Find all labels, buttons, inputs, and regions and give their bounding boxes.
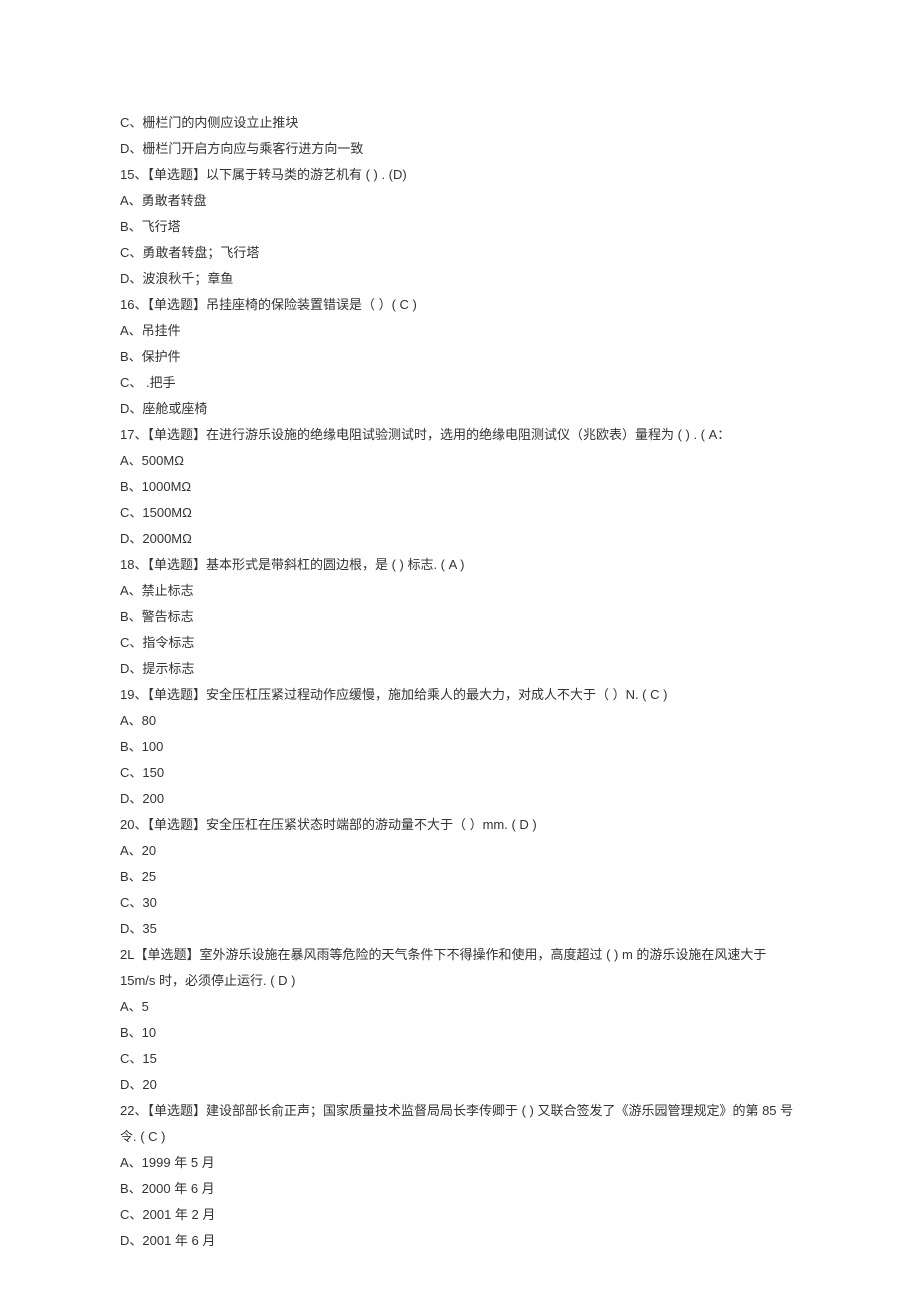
option-line: A、勇敢者转盘 bbox=[120, 188, 800, 214]
option-line: A、禁止标志 bbox=[120, 578, 800, 604]
document-body: C、栅栏门的内侧应设立止推块 D、栅栏门开启方向应与乘客行进方向一致 15、【单… bbox=[120, 110, 800, 1254]
option-line: B、100 bbox=[120, 734, 800, 760]
question-line: 17、【单选题】在进行游乐设施的绝缘电阻试验测试时，选用的绝缘电阻测试仪（兆欧表… bbox=[120, 422, 800, 448]
text-line: C、栅栏门的内侧应设立止推块 bbox=[120, 110, 800, 136]
option-line: C、30 bbox=[120, 890, 800, 916]
question-line: 20、【单选题】安全压杠在压紧状态时端部的游动量不大于（ ）mm. ( D ) bbox=[120, 812, 800, 838]
option-line: D、座舱或座椅 bbox=[120, 396, 800, 422]
option-line: D、波浪秋千；章鱼 bbox=[120, 266, 800, 292]
question-line: 19、【单选题】安全压杠压紧过程动作应缓慢，施加给乘人的最大力，对成人不大于（ … bbox=[120, 682, 800, 708]
question-line: 2L【单选题】室外游乐设施在暴风雨等危险的天气条件下不得操作和使用，高度超过 (… bbox=[120, 942, 800, 994]
option-line: B、2000 年 6 月 bbox=[120, 1176, 800, 1202]
option-line: D、2001 年 6 月 bbox=[120, 1228, 800, 1254]
option-line: D、20 bbox=[120, 1072, 800, 1098]
option-line: B、10 bbox=[120, 1020, 800, 1046]
option-line: A、吊挂件 bbox=[120, 318, 800, 344]
option-line: D、2000MΩ bbox=[120, 526, 800, 552]
option-line: A、500MΩ bbox=[120, 448, 800, 474]
option-line: A、5 bbox=[120, 994, 800, 1020]
option-line: D、200 bbox=[120, 786, 800, 812]
option-line: B、保护件 bbox=[120, 344, 800, 370]
option-line: D、35 bbox=[120, 916, 800, 942]
option-line: A、1999 年 5 月 bbox=[120, 1150, 800, 1176]
option-line: D、提示标志 bbox=[120, 656, 800, 682]
option-line: B、1000MΩ bbox=[120, 474, 800, 500]
question-line: 15、【单选题】以下属于转马类的游艺机有 ( ) . (D) bbox=[120, 162, 800, 188]
option-line: B、飞行塔 bbox=[120, 214, 800, 240]
option-line: C、2001 年 2 月 bbox=[120, 1202, 800, 1228]
option-line: C、指令标志 bbox=[120, 630, 800, 656]
question-line: 16、【单选题】吊挂座椅的保险装置错误是（ ）( C ) bbox=[120, 292, 800, 318]
option-line: B、警告标志 bbox=[120, 604, 800, 630]
text-line: D、栅栏门开启方向应与乘客行进方向一致 bbox=[120, 136, 800, 162]
option-line: C、15 bbox=[120, 1046, 800, 1072]
option-line: C、 .把手 bbox=[120, 370, 800, 396]
option-line: A、80 bbox=[120, 708, 800, 734]
option-line: C、勇敢者转盘；飞行塔 bbox=[120, 240, 800, 266]
option-line: C、150 bbox=[120, 760, 800, 786]
question-line: 22、【单选题】建设部部长俞正声；国家质量技术监督局局长李传卿于 ( ) 又联合… bbox=[120, 1098, 800, 1150]
option-line: B、25 bbox=[120, 864, 800, 890]
option-line: C、1500MΩ bbox=[120, 500, 800, 526]
question-line: 18、【单选题】基本形式是带斜杠的圆边根，是 ( ) 标志. ( A ) bbox=[120, 552, 800, 578]
option-line: A、20 bbox=[120, 838, 800, 864]
